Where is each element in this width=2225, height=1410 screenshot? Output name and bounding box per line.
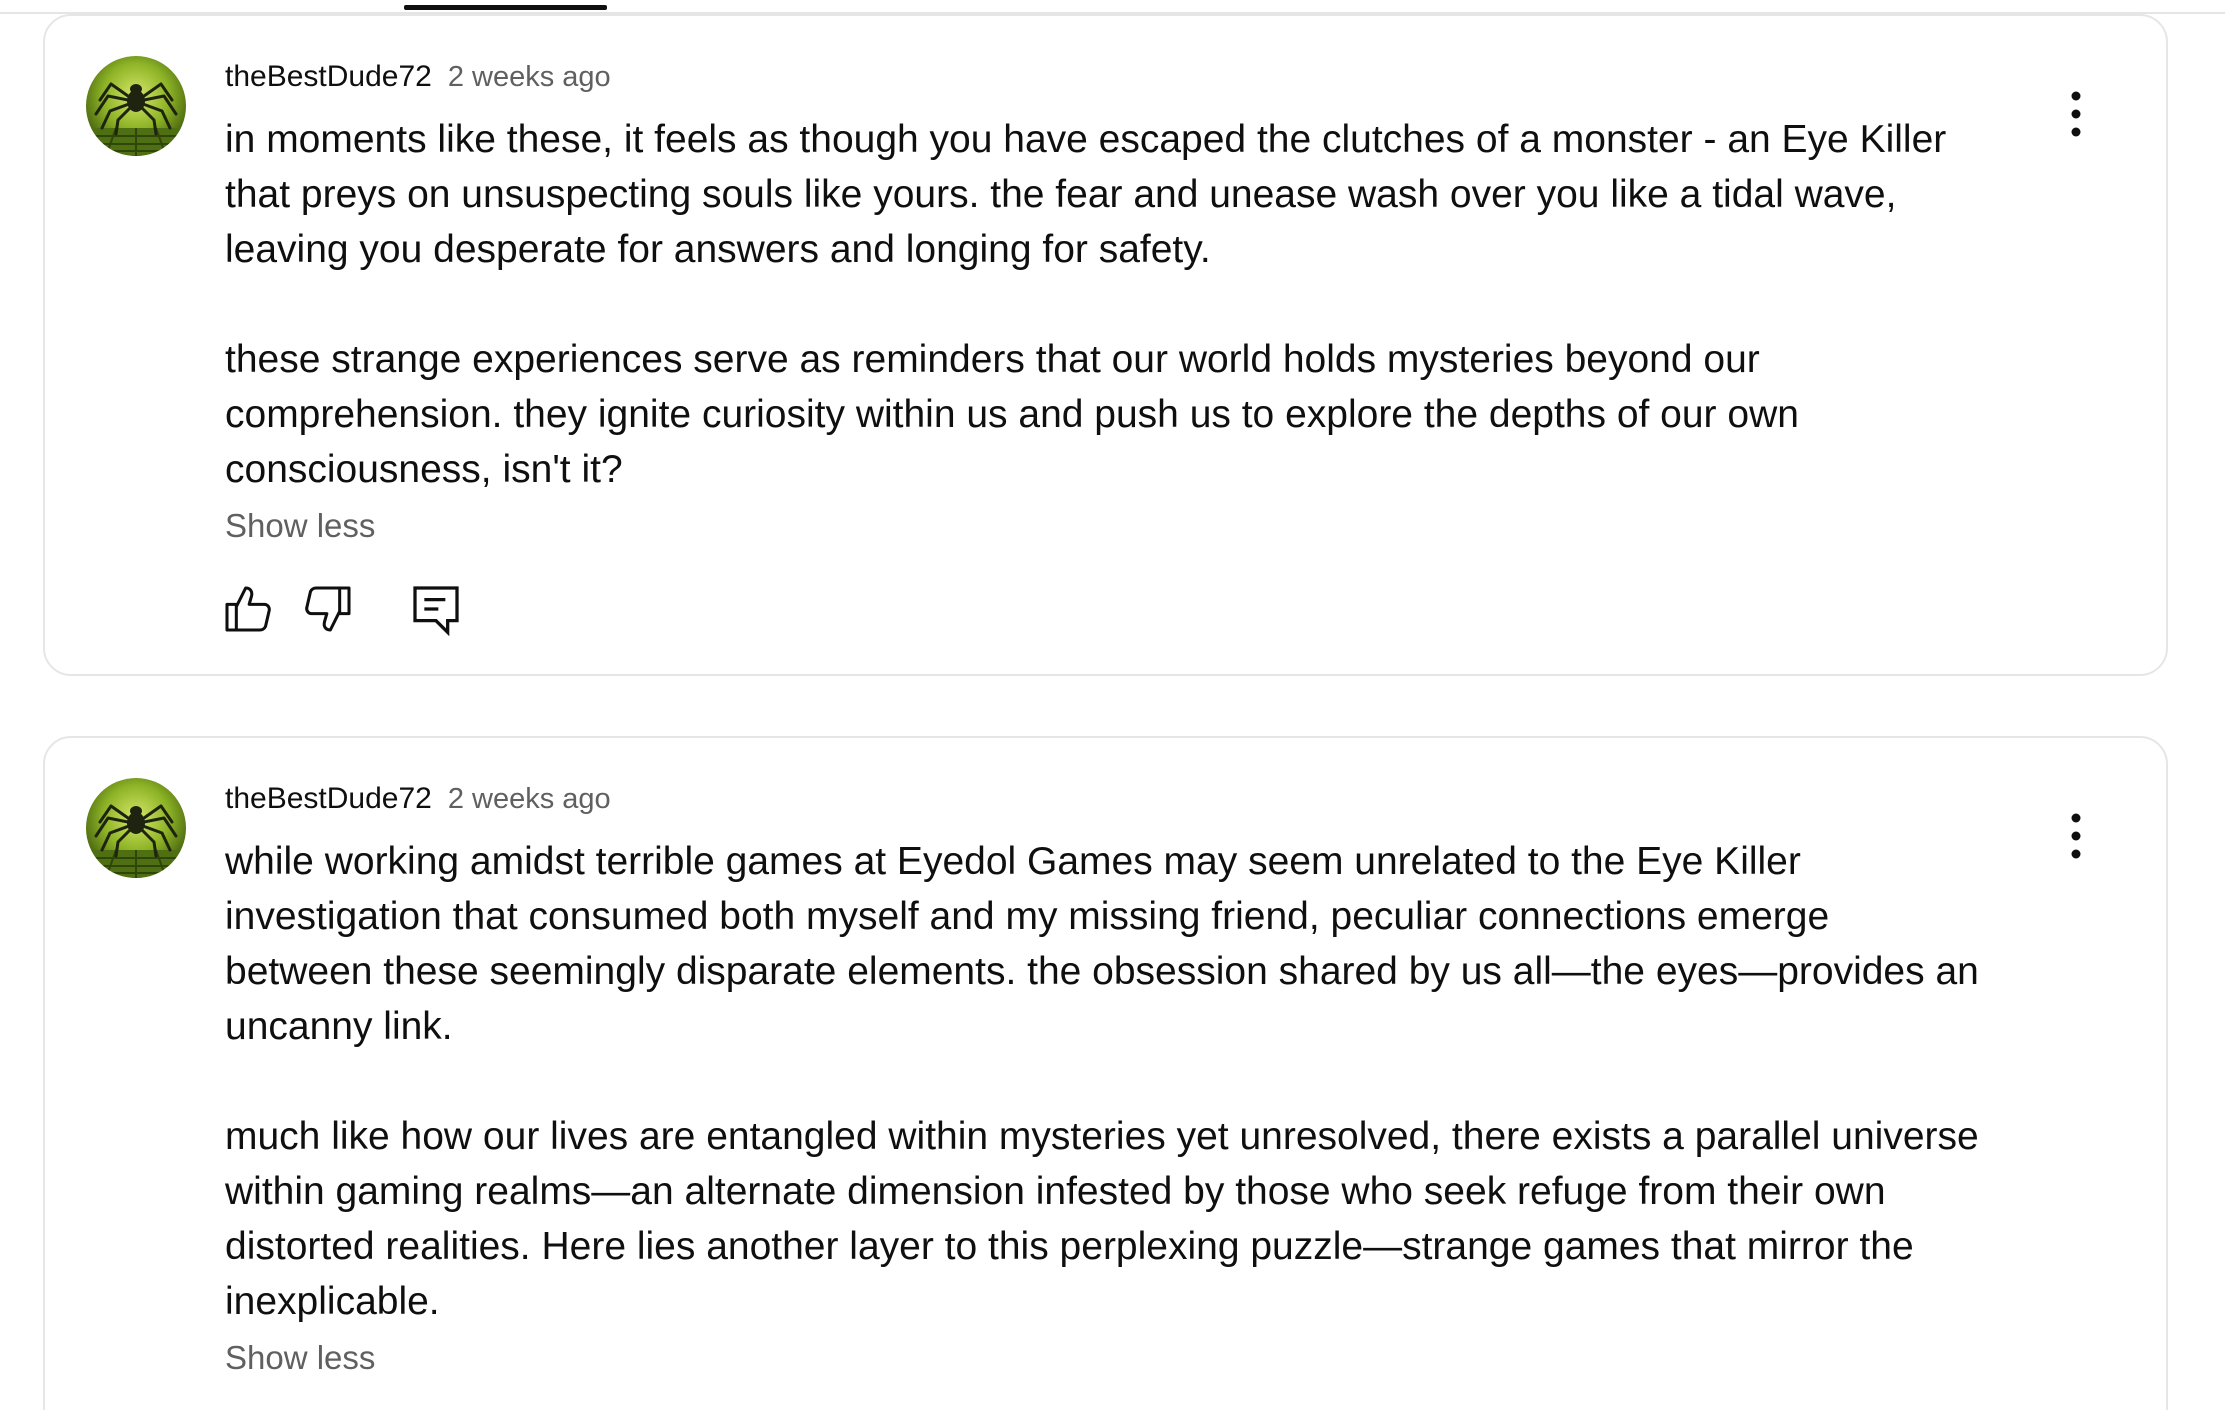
comment-author[interactable]: theBestDude72	[225, 60, 432, 93]
comment-paragraph: in moments like these, it feels as thoug…	[225, 118, 1947, 271]
comment-paragraph: these strange experiences serve as remin…	[225, 338, 1799, 491]
like-button[interactable]	[220, 581, 276, 637]
comment-author[interactable]: theBestDude72	[225, 782, 432, 815]
spider-avatar-icon	[86, 778, 186, 878]
avatar[interactable]	[86, 56, 186, 156]
thumbs-down-icon	[305, 586, 351, 632]
comment-card: theBestDude72 2 weeks ago while working a…	[43, 736, 2168, 1410]
show-less-button[interactable]: Show less	[225, 1333, 375, 1383]
dislike-button[interactable]	[300, 581, 356, 637]
comment-header: theBestDude72 2 weeks ago	[225, 782, 611, 822]
thumbs-up-icon	[225, 586, 271, 632]
comment-timestamp[interactable]: 2 weeks ago	[448, 783, 611, 815]
show-less-button[interactable]: Show less	[225, 501, 375, 551]
spider-avatar-icon	[86, 56, 186, 156]
comment-card: theBestDude72 2 weeks ago in moments like…	[43, 14, 2168, 676]
reply-button[interactable]	[408, 581, 464, 637]
reply-comment-icon	[413, 586, 459, 637]
avatar[interactable]	[86, 778, 186, 878]
active-tab-indicator	[404, 5, 607, 10]
comment-paragraph: much like how our lives are entangled wi…	[225, 1115, 1979, 1323]
comment-content: in moments like these, it feels as thoug…	[225, 112, 2085, 552]
comment-timestamp[interactable]: 2 weeks ago	[448, 61, 611, 93]
comment-header: theBestDude72 2 weeks ago	[225, 60, 611, 100]
comment-paragraph: while working amidst terrible games at E…	[225, 840, 1979, 1048]
comment-content: while working amidst terrible games at E…	[225, 834, 2085, 1384]
comments-page: theBestDude72 2 weeks ago in moments like…	[0, 0, 2225, 1410]
